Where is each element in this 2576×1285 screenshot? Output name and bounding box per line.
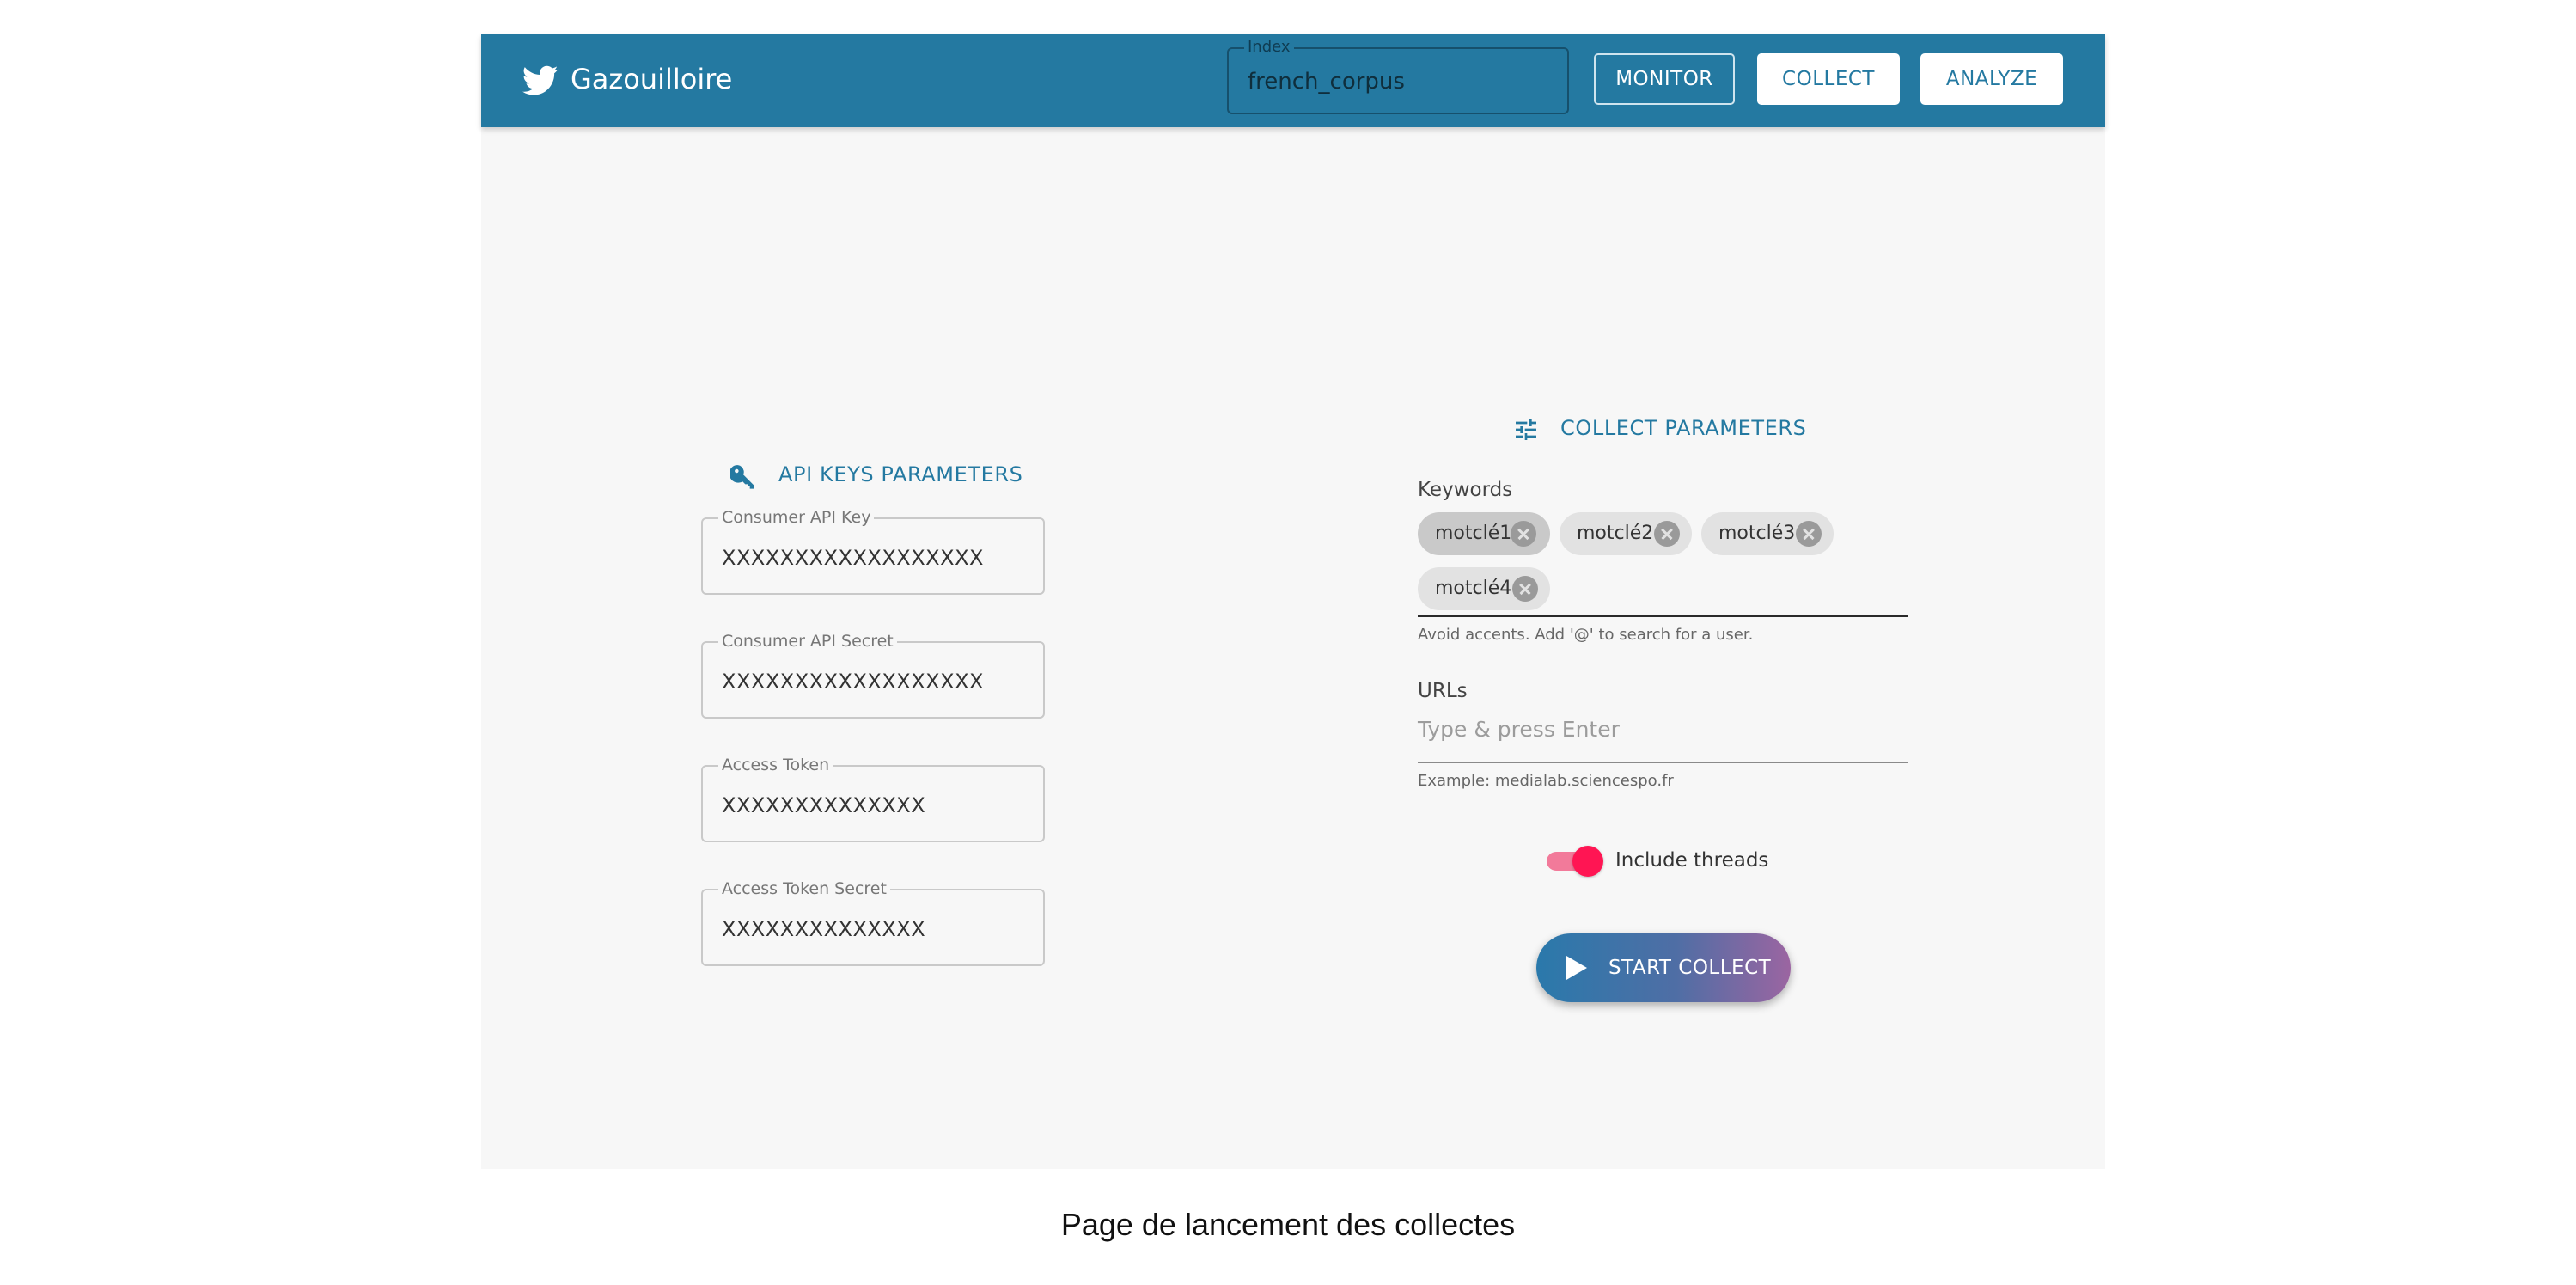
monitor-button[interactable]: MONITOR: [1594, 53, 1735, 105]
index-field-value[interactable]: french_corpus: [1248, 68, 1405, 95]
consumer-api-key-field[interactable]: Consumer API Key XXXXXXXXXXXXXXXXXX: [701, 508, 1045, 595]
collect-section-label: COLLECT PARAMETERS: [1560, 416, 1807, 440]
app-window: Gazouilloire Index french_corpus MONITOR…: [481, 34, 2105, 1169]
consumer-api-secret-label: Consumer API Secret: [718, 632, 897, 651]
chip-remove-icon[interactable]: [1654, 521, 1680, 547]
chip-remove-icon[interactable]: [1796, 521, 1822, 547]
urls-input[interactable]: Type & press Enter: [1418, 717, 1620, 743]
access-token-secret-field[interactable]: Access Token Secret XXXXXXXXXXXXXX: [701, 879, 1045, 966]
urls-helper-text: Example: medialab.sciencespo.fr: [1418, 772, 1674, 790]
analyze-button[interactable]: ANALYZE: [1920, 53, 2063, 105]
app-title: Gazouilloire: [571, 63, 733, 95]
top-app-bar: Gazouilloire Index french_corpus MONITOR…: [481, 34, 2105, 127]
consumer-api-key-label: Consumer API Key: [718, 508, 875, 527]
collect-button[interactable]: COLLECT: [1757, 53, 1900, 105]
include-threads-toggle-knob[interactable]: [1572, 846, 1603, 877]
keyword-chip[interactable]: motclé3: [1701, 512, 1834, 555]
access-token-field[interactable]: Access Token XXXXXXXXXXXXXX: [701, 756, 1045, 842]
chip-remove-icon[interactable]: [1512, 576, 1538, 602]
keywords-input-underline[interactable]: [1418, 615, 1908, 617]
key-icon: [730, 465, 754, 489]
twitter-bird-icon: [522, 65, 559, 95]
keyword-chip[interactable]: motclé1: [1418, 512, 1550, 555]
keyword-chip-text: motclé1: [1435, 523, 1512, 544]
chip-remove-icon[interactable]: [1511, 521, 1536, 547]
index-field[interactable]: Index french_corpus: [1227, 39, 1569, 114]
keyword-chip[interactable]: motclé4: [1418, 567, 1550, 610]
keyword-chip-text: motclé3: [1718, 523, 1796, 544]
access-token-secret-label: Access Token Secret: [718, 879, 890, 898]
keyword-chip[interactable]: motclé2: [1560, 512, 1692, 555]
figure-caption: Page de lancement des collectes: [1060, 1207, 1516, 1242]
urls-label: URLs: [1418, 680, 1468, 702]
access-token-label: Access Token: [718, 756, 833, 774]
consumer-api-key-value[interactable]: XXXXXXXXXXXXXXXXXX: [722, 545, 984, 571]
consumer-api-secret-value[interactable]: XXXXXXXXXXXXXXXXXX: [722, 669, 984, 695]
start-collect-button[interactable]: START COLLECT: [1536, 933, 1791, 1002]
start-collect-label: START COLLECT: [1608, 957, 1772, 979]
include-threads-label: Include threads: [1615, 849, 1769, 872]
api-keys-section-title: API KEYS PARAMETERS: [730, 461, 1022, 492]
keyword-chip-text: motclé2: [1577, 523, 1654, 544]
keywords-helper-text: Avoid accents. Add '@' to search for a u…: [1418, 626, 1754, 644]
api-keys-section-label: API KEYS PARAMETERS: [778, 462, 1023, 486]
consumer-api-secret-field[interactable]: Consumer API Secret XXXXXXXXXXXXXXXXXX: [701, 632, 1045, 719]
tune-sliders-icon: [1516, 419, 1536, 440]
keyword-chip-text: motclé4: [1435, 578, 1512, 599]
collect-section-title: COLLECT PARAMETERS: [1512, 414, 1822, 445]
keywords-label: Keywords: [1418, 479, 1513, 501]
access-token-value[interactable]: XXXXXXXXXXXXXX: [722, 792, 925, 818]
access-token-secret-value[interactable]: XXXXXXXXXXXXXX: [722, 916, 925, 942]
index-field-label: Index: [1244, 39, 1294, 56]
urls-input-underline[interactable]: [1418, 762, 1908, 763]
play-icon: [1566, 956, 1587, 980]
